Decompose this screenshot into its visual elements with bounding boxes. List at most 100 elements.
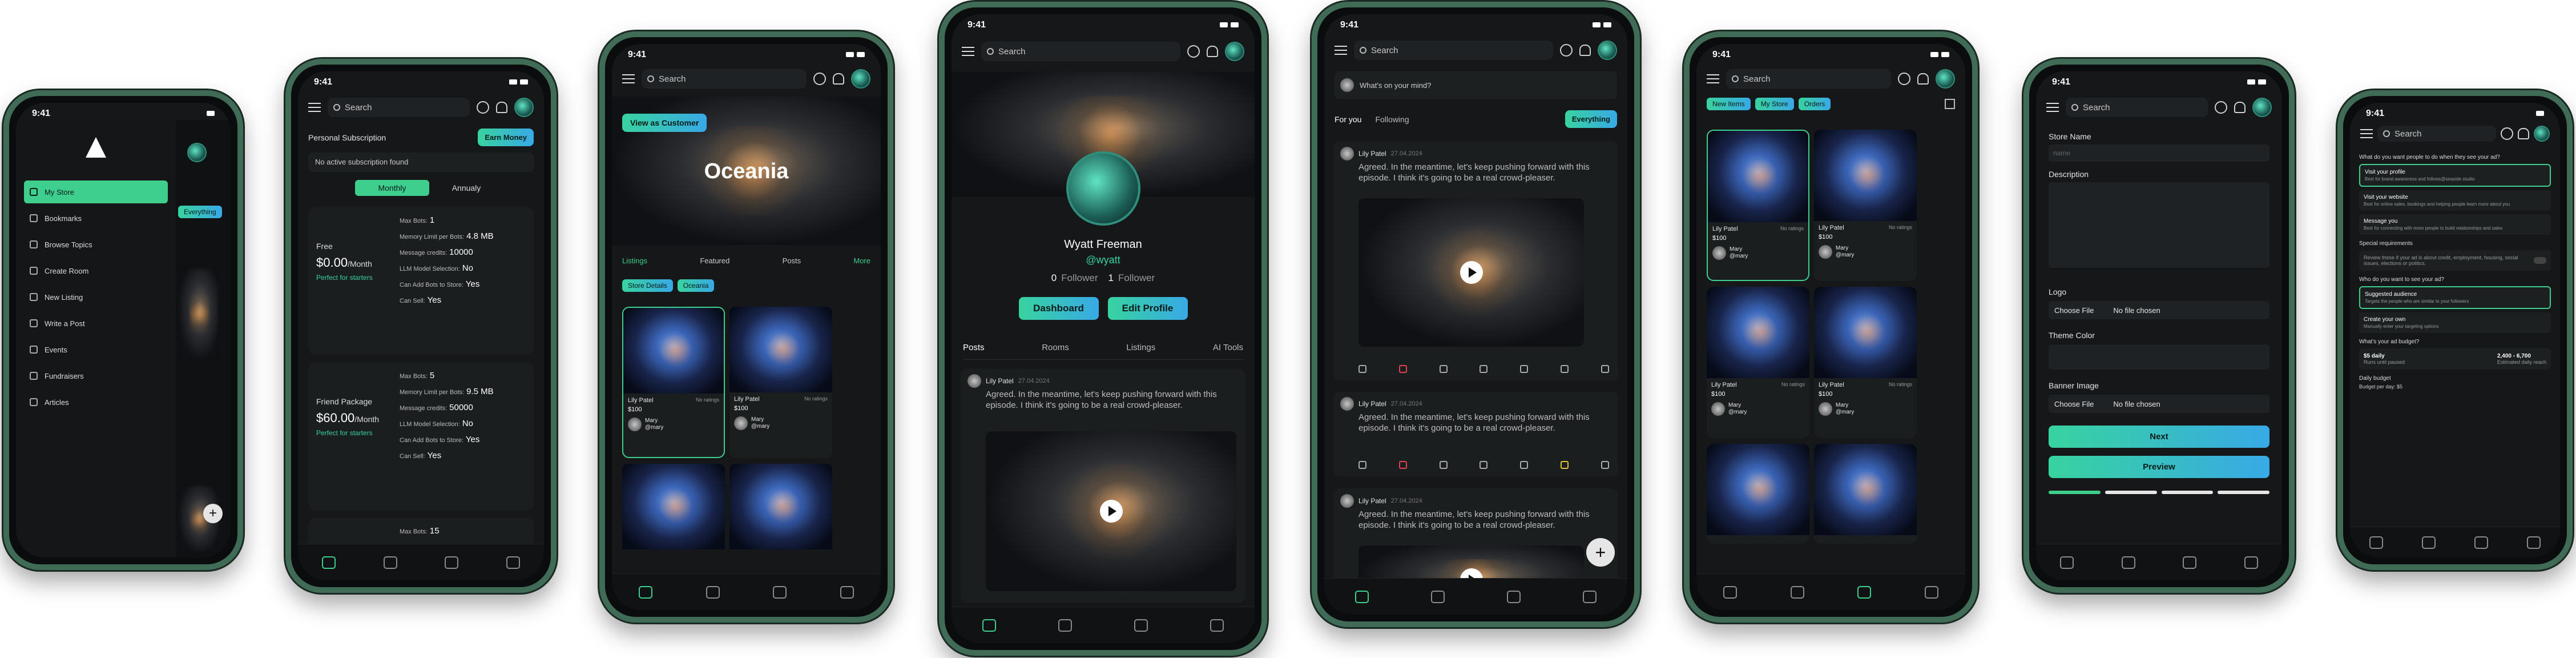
bell-icon[interactable] [1579,45,1591,56]
store-tab[interactable]: Featured [700,256,729,265]
bell-icon[interactable] [496,102,507,113]
people-icon[interactable] [1431,590,1445,603]
home-icon[interactable] [1723,585,1737,599]
people-icon[interactable] [383,556,397,569]
home-icon[interactable] [982,619,997,632]
scan-icon[interactable] [1506,590,1521,603]
theme-color-input[interactable] [2049,344,2269,370]
sidebar-item[interactable]: Events [24,338,168,361]
avatar[interactable] [2252,98,2272,117]
dashboard-button[interactable]: Dashboard [1018,297,1099,320]
option-card[interactable]: Visit your profile Best for brand awarene… [2359,164,2551,187]
profile-tab[interactable]: Listings [1126,343,1155,352]
menu-icon[interactable] [1707,74,1719,83]
choose-file-button[interactable]: Choose File [2054,306,2094,315]
plan-card[interactable]: Friend Package $60.00/Month Perfect for st… [308,363,534,510]
add-icon[interactable]: + [203,504,223,523]
chip-orders[interactable]: Orders [1798,98,1831,110]
heart-icon[interactable] [1398,461,1407,469]
profile-tab[interactable]: AI Tools [1213,343,1243,352]
menu-icon[interactable] [622,74,635,83]
share-icon[interactable] [1480,461,1488,469]
chat-icon[interactable] [2215,101,2227,114]
scan-icon[interactable] [1134,619,1148,632]
chat-icon[interactable] [1898,73,1910,85]
product-card[interactable]: Lily Patel No ratings $100 Mary @mary [1814,287,1917,438]
menu-icon[interactable] [2360,129,2373,138]
home-icon[interactable] [1355,590,1369,603]
chat-icon[interactable] [1187,45,1200,58]
preview-button[interactable]: Preview [2049,456,2269,478]
bell-icon[interactable] [1917,73,1929,85]
people-icon[interactable] [706,585,720,599]
sidebar-item[interactable]: Articles [24,391,168,414]
search-input[interactable]: Search [328,98,470,117]
play-icon[interactable] [1099,500,1123,523]
bell-icon[interactable] [2234,102,2246,113]
sparkle-icon[interactable] [1582,590,1597,603]
sidebar-item[interactable]: Fundraisers [24,364,168,387]
menu-icon[interactable] [308,103,321,112]
bell-icon[interactable] [833,73,844,85]
menu-icon[interactable] [2046,103,2059,112]
product-card[interactable]: Lily Patel No ratings $100 Mary @mary [1707,130,1809,281]
chat-icon[interactable] [813,73,826,85]
comment-icon[interactable] [1358,365,1366,373]
choose-file-button[interactable]: Choose File [2054,400,2094,408]
special-requirements[interactable]: Review these if your ad is about credit,… [2359,250,2551,271]
chat-icon[interactable] [477,101,489,114]
chat-icon[interactable] [1560,44,1573,57]
share-icon[interactable] [1480,365,1488,373]
eye-icon[interactable] [1439,365,1448,373]
listing-card[interactable] [729,464,832,549]
profile-tab[interactable]: Rooms [1042,343,1069,352]
earn-money-button[interactable]: Earn Money [478,129,534,146]
search-input[interactable]: Search [2377,126,2496,142]
product-card[interactable]: Lily Patel No ratings $100 Mary @mary [1814,130,1917,281]
tab-for-you[interactable]: For you [1335,115,1361,124]
plan-card[interactable]: Free $0.00/Month Perfect for starters Max B… [308,207,534,355]
sidebar-item[interactable]: Write a Post [24,312,168,335]
sparkle-icon[interactable] [1925,585,1939,599]
chip-oceania[interactable]: Oceania [677,279,715,292]
search-input[interactable]: Search [1726,69,1891,89]
logo-file-input[interactable]: Choose File No file chosen [2049,301,2269,319]
repost-icon[interactable] [1520,461,1529,469]
upload-icon[interactable] [1601,461,1609,469]
store-tab[interactable]: Posts [783,256,801,265]
scan-icon[interactable] [2183,556,2197,569]
next-button[interactable]: Next [2049,426,2269,448]
add-icon[interactable]: + [1586,538,1615,567]
option-card[interactable]: Create your own Manually enter your targe… [2359,312,2551,333]
listing-card[interactable]: Lily Patel No ratings $100 Mary @mary [622,307,725,458]
store-tab[interactable]: More [853,256,870,265]
subscription-select[interactable]: Personal Subscription [308,133,386,142]
sparkle-icon[interactable] [506,556,521,569]
avatar[interactable] [514,98,534,117]
store-name-input[interactable]: name [2049,145,2269,162]
bookmark-icon[interactable] [1561,461,1569,469]
people-icon[interactable] [1058,619,1073,632]
play-icon[interactable] [1460,261,1483,284]
heart-icon[interactable] [1398,365,1407,373]
edit-profile-button[interactable]: Edit Profile [1107,297,1188,320]
chip-new-items[interactable]: New Items [1707,98,1751,110]
search-input[interactable]: Search [981,42,1180,61]
repost-icon[interactable] [1520,365,1529,373]
grid-view-icon[interactable] [1945,99,1955,109]
scan-icon[interactable] [2474,536,2488,549]
product-card[interactable] [1814,444,1917,544]
sparkle-icon[interactable] [1210,619,1224,632]
product-card[interactable] [1707,444,1809,544]
search-input[interactable]: Search [2066,98,2208,117]
sparkle-icon[interactable] [2244,556,2259,569]
bell-icon[interactable] [1207,46,1218,57]
scan-icon[interactable] [1857,585,1872,599]
home-icon[interactable] [321,556,336,569]
people-icon[interactable] [1790,585,1804,599]
sidebar-item[interactable]: Browse Topics [24,233,168,256]
menu-icon[interactable] [962,47,974,56]
store-tab[interactable]: Listings [622,256,647,265]
chip-store-details[interactable]: Store Details [622,279,673,292]
bookmark-icon[interactable] [1561,365,1569,373]
